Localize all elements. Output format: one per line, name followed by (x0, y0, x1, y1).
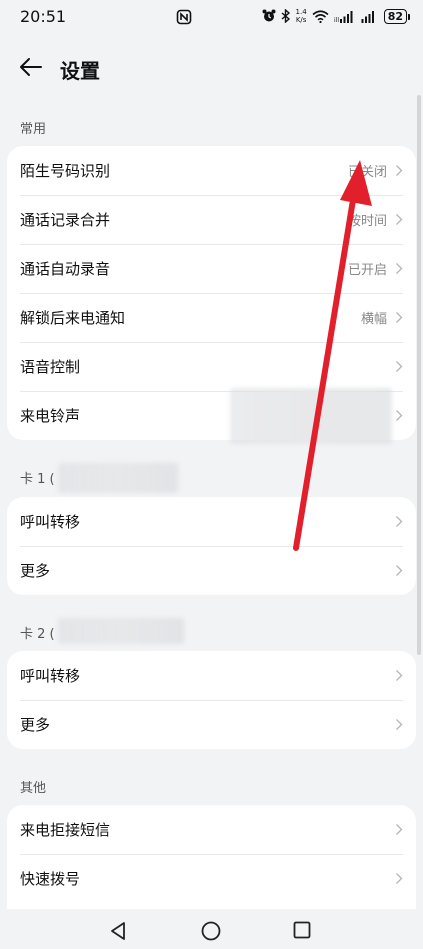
chevron-right-icon (396, 565, 403, 576)
section-label-other: 其他 (20, 781, 47, 796)
signal-icon-1: ill (334, 10, 353, 23)
row-voice-control[interactable]: 语音控制 (7, 342, 416, 391)
svg-text:ill: ill (334, 17, 339, 23)
row-value: 按时间 (347, 214, 387, 229)
redacted-region (58, 618, 184, 644)
chevron-right-icon (396, 214, 403, 225)
row-sim1-more[interactable]: 更多 (7, 546, 416, 595)
alarm-icon (262, 9, 276, 22)
row-call-log-merge[interactable]: 通话记录合并 按时间 (7, 195, 416, 244)
chevron-right-icon (396, 410, 403, 421)
card-sim2: 呼叫转移 更多 (7, 651, 416, 749)
status-bar: 20:51 1.4 K/s ill 82 (0, 0, 423, 36)
row-label: 解锁后来电通知 (20, 309, 126, 327)
row-auto-call-recording[interactable]: 通话自动录音 已开启 (7, 244, 416, 293)
section-label-common: 常用 (20, 122, 47, 137)
row-label: 通话自动录音 (20, 260, 111, 278)
back-arrow-icon[interactable] (18, 54, 44, 80)
chevron-right-icon (396, 873, 403, 884)
row-label: 通话记录合并 (20, 211, 111, 229)
status-icons: 1.4 K/s ill 82 (262, 8, 411, 24)
section-label-sim2: 卡 2 ( (20, 627, 55, 642)
row-label: 更多 (20, 562, 51, 580)
card-other: 来电拒接短信 快速拨号 (7, 805, 416, 909)
chevron-right-icon (396, 361, 403, 372)
signal-icon-2 (361, 10, 374, 23)
speed-value: 1.4 (295, 8, 307, 16)
redacted-region (230, 388, 392, 444)
redacted-region (58, 463, 178, 493)
row-value: 已关闭 (347, 165, 387, 180)
chevron-right-icon (396, 516, 403, 527)
chevron-right-icon (396, 719, 403, 730)
chevron-right-icon (396, 263, 403, 274)
row-label: 更多 (20, 716, 51, 734)
wifi-icon (312, 9, 329, 23)
nav-back-icon[interactable] (109, 921, 127, 941)
header: 设置 (0, 44, 423, 92)
scrollbar[interactable] (417, 95, 421, 655)
section-label-sim1: 卡 1 ( (20, 472, 55, 487)
chevron-right-icon (396, 165, 403, 176)
row-sim2-call-forwarding[interactable]: 呼叫转移 (7, 651, 416, 700)
row-sim2-more[interactable]: 更多 (7, 700, 416, 749)
row-label: 来电拒接短信 (20, 821, 111, 839)
speed-unit: K/s (295, 16, 307, 24)
row-unlock-call-notification[interactable]: 解锁后来电通知 横幅 (7, 293, 416, 342)
row-value: 横幅 (360, 312, 387, 327)
bluetooth-icon (281, 9, 290, 23)
nfc-icon (176, 9, 192, 25)
row-speed-dial[interactable]: 快速拨号 (7, 854, 416, 903)
network-speed: 1.4 K/s (296, 8, 307, 24)
nav-recents-icon[interactable] (293, 921, 311, 939)
row-reject-call-sms[interactable]: 来电拒接短信 (7, 805, 416, 854)
row-sim1-call-forwarding[interactable]: 呼叫转移 (7, 497, 416, 546)
row-stranger-number-identification[interactable]: 陌生号码识别 已关闭 (7, 146, 416, 195)
card-sim1: 呼叫转移 更多 (7, 497, 416, 595)
status-time: 20:51 (20, 7, 67, 26)
row-label: 来电铃声 (20, 407, 81, 425)
row-label: 呼叫转移 (20, 513, 81, 531)
row-value: 已开启 (347, 263, 387, 278)
chevron-right-icon (396, 824, 403, 835)
row-label: 呼叫转移 (20, 667, 81, 685)
row-label: 陌生号码识别 (20, 162, 111, 180)
row-label: 快速拨号 (20, 870, 81, 888)
battery-indicator: 82 (383, 8, 411, 24)
row-label: 语音控制 (20, 358, 81, 376)
chevron-right-icon (396, 312, 403, 323)
page-title: 设置 (60, 59, 100, 83)
nav-home-icon[interactable] (201, 921, 221, 941)
chevron-right-icon (396, 670, 403, 681)
navigation-bar (0, 909, 423, 949)
